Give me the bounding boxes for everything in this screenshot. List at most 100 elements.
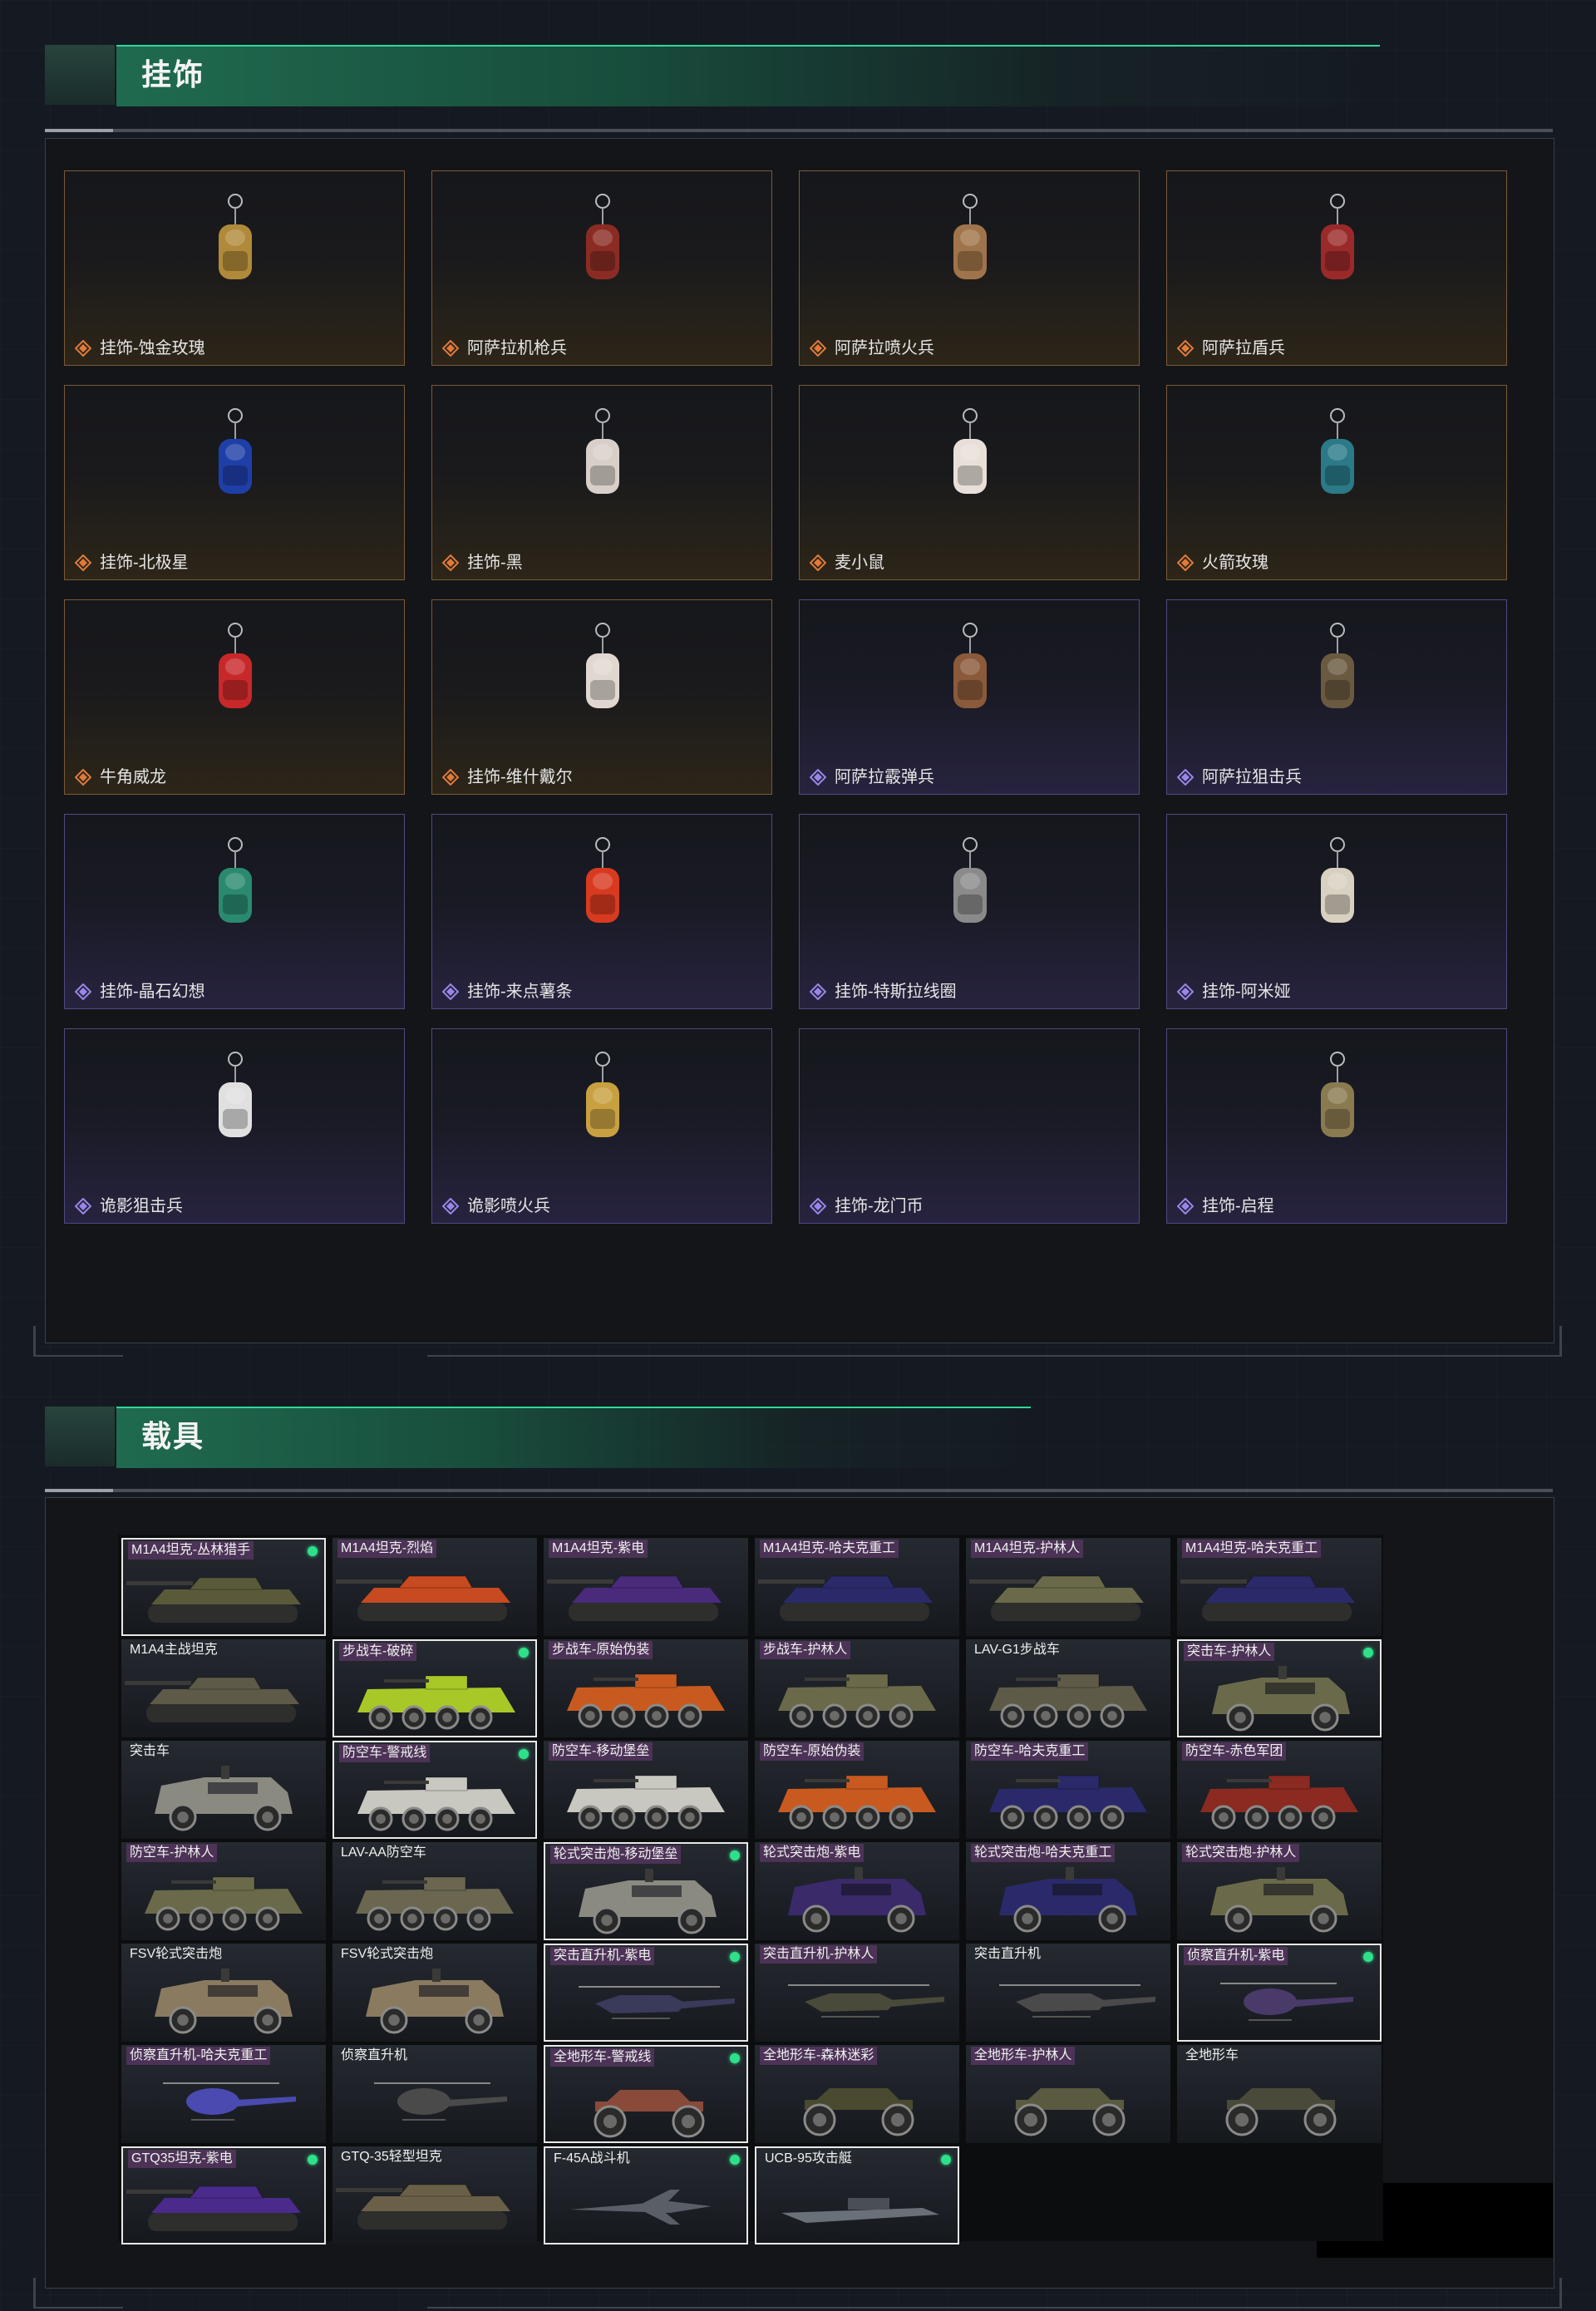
vehicle-card[interactable]: 突击直升机: [966, 1944, 1170, 2042]
vehicle-card[interactable]: 防空车-原始伪装: [755, 1741, 959, 1839]
charm-label: 挂饰-龙门币: [835, 1197, 924, 1215]
vehicle-label: 突击直升机-紫电: [550, 1947, 655, 1965]
charm-card[interactable]: 麦小鼠: [799, 385, 1140, 580]
vehicle-card[interactable]: 防空车-警戒线: [332, 1741, 537, 1839]
black-blade-charm-icon: [586, 408, 619, 494]
vehicle-card[interactable]: 突击车-护林人: [1177, 1639, 1382, 1737]
charm-card[interactable]: 阿萨拉狙击兵: [1166, 599, 1507, 795]
charms-section: 挂饰 挂饰-蚀金玫瑰 阿萨拉机枪兵 阿萨拉喷火兵 阿萨拉盾兵挂饰-北极星 挂饰-黑 麦小鼠…: [0, 0, 1596, 1363]
vehicle-label: 防空车-护林人: [126, 1844, 218, 1862]
charm-card[interactable]: 挂饰-蚀金玫瑰: [64, 170, 405, 366]
charms-section-header: 挂饰: [45, 45, 1380, 106]
charm-card[interactable]: 挂饰-龙门币: [799, 1028, 1140, 1224]
charm-card[interactable]: 挂饰-晶石幻想: [64, 814, 405, 1009]
vehicle-card[interactable]: 轮式突击炮-哈夫克重工: [966, 1842, 1170, 1940]
vehicle-label: 侦察直升机-紫电: [1184, 1947, 1288, 1965]
charm-card[interactable]: 诡影狙击兵: [64, 1028, 405, 1224]
vehicle-card[interactable]: M1A4坦克-护林人: [966, 1538, 1170, 1636]
vehicle-label: 防空车-哈夫克重工: [971, 1742, 1089, 1761]
charm-card[interactable]: 挂饰-启程: [1166, 1028, 1507, 1224]
purple-rarity-icon: [75, 983, 91, 1000]
charm-card[interactable]: 阿萨拉盾兵: [1166, 170, 1507, 366]
charm-card[interactable]: 挂饰-特斯拉线圈: [799, 814, 1140, 1009]
vehicle-card[interactable]: 突击直升机-紫电: [544, 1944, 748, 2042]
vehicle-card[interactable]: M1A4坦克-哈夫克重工: [755, 1538, 959, 1636]
vehicle-label: 突击直升机: [974, 1947, 1042, 1961]
vehicle-card[interactable]: 全地形车-护林人: [966, 2045, 1170, 2143]
charm-label: 阿萨拉狙击兵: [1202, 768, 1302, 786]
vehicle-card[interactable]: 全地形车-森林迷彩: [755, 2045, 959, 2143]
vehicle-label: M1A4坦克-丛林猎手: [128, 1541, 254, 1560]
vehicle-card[interactable]: 全地形车: [1177, 2045, 1382, 2143]
vehicle-card[interactable]: 侦察直升机: [332, 2045, 537, 2143]
vehicle-label: 防空车-赤色军团: [1182, 1742, 1287, 1761]
vehicle-card[interactable]: 步战车-破碎: [332, 1639, 537, 1737]
vehicle-card[interactable]: FSV轮式突击炮: [332, 1944, 537, 2042]
charm-card[interactable]: 挂饰-阿米娅: [1166, 814, 1507, 1009]
vehicle-card[interactable]: M1A4坦克-烈焰: [332, 1538, 537, 1636]
charm-label: 牛角威龙: [100, 768, 166, 786]
vehicle-card[interactable]: F-45A战斗机: [544, 2146, 748, 2244]
vehicle-label: 防空车-警戒线: [339, 1744, 431, 1762]
vehicle-card[interactable]: 防空车-护林人: [121, 1842, 326, 1940]
vehicle-label: 突击车-护林人: [1184, 1643, 1275, 1661]
gold-rarity-icon: [810, 340, 826, 357]
crystal-charm-icon: [219, 837, 252, 923]
vehicle-card[interactable]: 步战车-护林人: [755, 1639, 959, 1737]
vehicle-card[interactable]: 侦察直升机-哈夫克重工: [121, 2045, 326, 2143]
charm-card[interactable]: 阿萨拉喷火兵: [799, 170, 1140, 366]
vehicle-card[interactable]: M1A4坦克-哈夫克重工: [1177, 1538, 1382, 1636]
purple-rarity-icon: [1177, 1198, 1194, 1215]
vehicle-label: GTQ-35轻型坦克: [341, 2150, 442, 2164]
vehicle-card[interactable]: 侦察直升机-紫电: [1177, 1944, 1382, 2042]
fries-charm-icon: [586, 837, 619, 923]
charm-label: 挂饰-黑: [467, 554, 523, 572]
charm-label: 阿萨拉喷火兵: [835, 339, 934, 357]
gold-rarity-icon: [75, 554, 91, 571]
charm-card[interactable]: 挂饰-维什戴尔: [431, 599, 772, 795]
vehicle-card[interactable]: 防空车-哈夫克重工: [966, 1741, 1170, 1839]
vehicle-label: 全地形车-森林迷彩: [760, 2047, 878, 2065]
vehicle-card[interactable]: FSV轮式突击炮: [121, 1944, 326, 2042]
shield-soldier-figure-icon: [1321, 194, 1354, 279]
vehicle-card[interactable]: 轮式突击炮-护林人: [1177, 1842, 1382, 1940]
charm-card[interactable]: 阿萨拉霰弹兵: [799, 599, 1140, 795]
owned-indicator: [941, 2155, 951, 2165]
vehicle-label: F-45A战斗机: [554, 2151, 630, 2166]
owned-indicator: [519, 1648, 529, 1658]
departure-medal-charm-icon: [1321, 1052, 1354, 1137]
charm-card[interactable]: 挂饰-黑: [431, 385, 772, 580]
vehicle-label: 防空车-原始伪装: [760, 1742, 864, 1761]
vehicle-label: 全地形车-警戒线: [550, 2048, 655, 2067]
charm-label: 诡影狙击兵: [100, 1197, 183, 1215]
vehicle-card[interactable]: M1A4坦克-紫电: [544, 1538, 748, 1636]
purple-rarity-icon: [810, 983, 826, 1000]
vehicle-label: 轮式突击炮-哈夫克重工: [971, 1844, 1116, 1862]
vehicle-card[interactable]: M1A4主战坦克: [121, 1639, 326, 1737]
vehicle-label: LAV-AA防空车: [341, 1845, 426, 1860]
charm-card[interactable]: 诡影喷火兵: [431, 1028, 772, 1224]
vehicle-card[interactable]: GTQ35坦克-紫电: [121, 2146, 326, 2244]
vehicle-card[interactable]: 突击直升机-护林人: [755, 1944, 959, 2042]
vehicle-label: GTQ35坦克-紫电: [128, 2150, 236, 2168]
vehicle-label: M1A4坦克-哈夫克重工: [760, 1540, 899, 1558]
vehicle-card[interactable]: M1A4坦克-丛林猎手: [121, 1538, 326, 1636]
charm-card[interactable]: 挂饰-北极星: [64, 385, 405, 580]
charm-card[interactable]: 火箭玫瑰: [1166, 385, 1507, 580]
vehicle-card[interactable]: 步战车-原始伪装: [544, 1639, 748, 1737]
vehicle-card[interactable]: LAV-G1步战车: [966, 1639, 1170, 1737]
vehicle-card[interactable]: 轮式突击炮-移动堡垒: [544, 1842, 748, 1940]
vehicle-card[interactable]: 全地形车-警戒线: [544, 2045, 748, 2143]
purple-rarity-icon: [75, 1198, 91, 1215]
vehicle-card[interactable]: GTQ-35轻型坦克: [332, 2146, 537, 2244]
charm-card[interactable]: 挂饰-来点薯条: [431, 814, 772, 1009]
vehicle-card[interactable]: LAV-AA防空车: [332, 1842, 537, 1940]
charm-card[interactable]: 牛角威龙: [64, 599, 405, 795]
vehicle-card[interactable]: 防空车-赤色军团: [1177, 1741, 1382, 1839]
gold-rarity-icon: [1177, 554, 1194, 571]
vehicle-card[interactable]: 轮式突击炮-紫电: [755, 1842, 959, 1940]
charm-card[interactable]: 阿萨拉机枪兵: [431, 170, 772, 366]
vehicle-card[interactable]: 突击车: [121, 1741, 326, 1839]
vehicle-card[interactable]: 防空车-移动堡垒: [544, 1741, 748, 1839]
vehicle-card[interactable]: UCB-95攻击艇: [755, 2146, 959, 2244]
